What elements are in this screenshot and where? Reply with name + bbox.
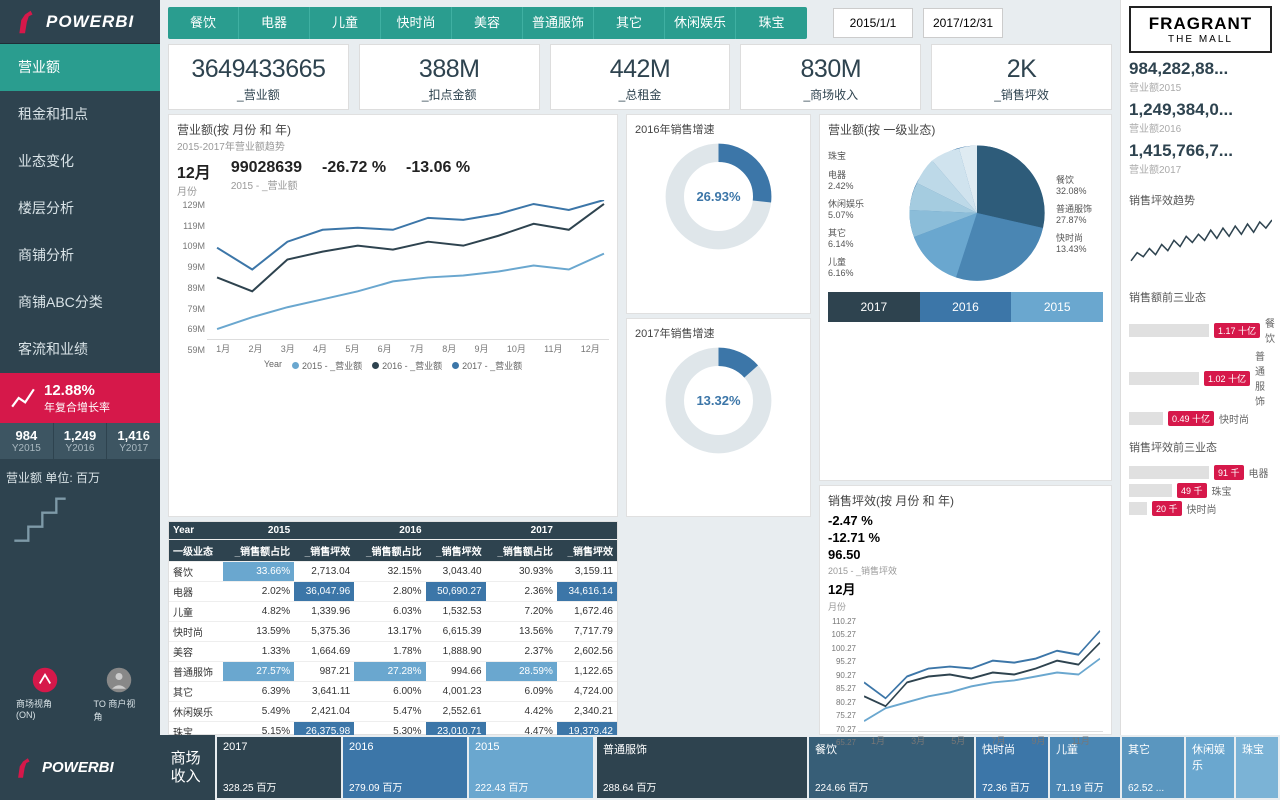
year-total: 1,415,766,7... xyxy=(1129,141,1272,161)
donut-2017: 2017年销售增速 13.32% xyxy=(626,318,811,518)
bar-row: 20 千快时尚 xyxy=(1129,501,1272,516)
tree-year[interactable]: 2015222.43 百万 xyxy=(469,737,593,798)
top3-eff-title: 销售坪效前三业态 xyxy=(1129,439,1272,455)
trend-icon xyxy=(10,385,36,411)
date-from[interactable]: 2015/1/1 xyxy=(833,8,913,38)
tab[interactable]: 珠宝 xyxy=(736,7,807,39)
sales-table: Year201520162017一级业态_销售额占比_销售坪效_销售额占比_销售… xyxy=(168,521,618,735)
tree-year[interactable]: 2016279.09 百万 xyxy=(343,737,467,798)
bar-row: 1.17 十亿餐饮 xyxy=(1129,315,1272,345)
nav-item-4[interactable]: 商铺分析 xyxy=(0,232,160,279)
main: 餐饮电器儿童快时尚美容普通服饰其它休闲娱乐珠宝 2015/1/1 2017/12… xyxy=(160,0,1120,735)
tab[interactable]: 快时尚 xyxy=(381,7,452,39)
spark-title: 销售坪效趋势 xyxy=(1129,192,1272,208)
year-total: 1,249,384,0... xyxy=(1129,100,1272,120)
category-pie: 营业额(按 一级业态) 珠宝电器2.42%休闲娱乐5.07%其它6.14%儿童6… xyxy=(819,114,1112,481)
income-title: 商场收入 xyxy=(156,735,215,800)
year-card: 1,416Y2017 xyxy=(107,423,160,459)
tenant-view-toggle[interactable]: TO 商户视角 xyxy=(94,666,144,723)
kpi-card: 388M_扣点金额 xyxy=(359,44,540,110)
nav-item-1[interactable]: 租金和扣点 xyxy=(0,91,160,138)
sidebar: POWERBI 营业额租金和扣点业态变化楼层分析商铺分析商铺ABC分类客流和业绩… xyxy=(0,0,160,735)
date-to[interactable]: 2017/12/31 xyxy=(923,8,1003,38)
year-tab-2016[interactable]: 2016 xyxy=(920,292,1012,322)
nav-item-2[interactable]: 业态变化 xyxy=(0,138,160,185)
tab[interactable]: 餐饮 xyxy=(168,7,239,39)
cagr-value: 12.88% xyxy=(44,382,110,399)
top3-sales-title: 销售额前三业态 xyxy=(1129,289,1272,305)
cagr-label: 年复合增长率 xyxy=(44,399,110,415)
eff-line-chart: 销售坪效(按 月份 和 年) -2.47 %-12.71 %96.502015 … xyxy=(819,485,1112,735)
treemap-years: 2017328.25 百万2016279.09 百万2015222.43 百万 xyxy=(215,735,595,800)
step-icon xyxy=(0,490,160,559)
tab[interactable]: 电器 xyxy=(239,7,310,39)
category-tabs: 餐饮电器儿童快时尚美容普通服饰其它休闲娱乐珠宝 xyxy=(168,7,807,39)
bar-row: 1.02 十亿普通服饰 xyxy=(1129,348,1272,408)
bottom-logo: POWERBI xyxy=(0,735,156,800)
nav-item-5[interactable]: 商铺ABC分类 xyxy=(0,279,160,326)
eff-sparkline xyxy=(1129,218,1272,273)
tree-cat[interactable]: 普通服饰288.64 百万 xyxy=(597,737,807,798)
tab[interactable]: 普通服饰 xyxy=(523,7,594,39)
brand-logo: FRAGRANT THE MALL xyxy=(1129,6,1272,53)
unit-label: 营业额 单位: 百万 xyxy=(0,459,160,490)
nav: 营业额租金和扣点业态变化楼层分析商铺分析商铺ABC分类客流和业绩 xyxy=(0,44,160,373)
tree-year[interactable]: 2017328.25 百万 xyxy=(217,737,341,798)
tab[interactable]: 休闲娱乐 xyxy=(665,7,736,39)
tree-cat[interactable]: 其它62.52 ... xyxy=(1122,737,1184,798)
kpi-card: 2K_销售坪效 xyxy=(931,44,1112,110)
tab[interactable]: 美容 xyxy=(452,7,523,39)
year-tab-2015[interactable]: 2015 xyxy=(1011,292,1103,322)
year-card: 984Y2015 xyxy=(0,423,54,459)
year-total: 984,282,88... xyxy=(1129,59,1272,79)
nav-item-6[interactable]: 客流和业绩 xyxy=(0,326,160,373)
nav-item-3[interactable]: 楼层分析 xyxy=(0,185,160,232)
giraffe-icon xyxy=(10,7,40,37)
sales-line-chart: 营业额(按 月份 和 年) 2015-2017年营业额趋势 12月月份99028… xyxy=(168,114,618,517)
bar-row: 91 千电器 xyxy=(1129,465,1272,480)
bar-row: 49 千珠宝 xyxy=(1129,483,1272,498)
logo: POWERBI xyxy=(0,0,160,44)
tree-cat[interactable]: 珠宝 xyxy=(1236,737,1278,798)
year-tab-2017[interactable]: 2017 xyxy=(828,292,920,322)
tab[interactable]: 儿童 xyxy=(310,7,381,39)
tree-cat[interactable]: 休闲娱乐 xyxy=(1186,737,1234,798)
kpi-card: 442M_总租金 xyxy=(550,44,731,110)
kpi-card: 3649433665_营业额 xyxy=(168,44,349,110)
logo-text: POWERBI xyxy=(46,12,134,32)
kpi-card: 830M_商场收入 xyxy=(740,44,921,110)
donut-2016: 2016年销售增速 26.93% xyxy=(626,114,811,314)
year-summary: 984Y20151,249Y20161,416Y2017 xyxy=(0,423,160,459)
kpi-row: 3649433665_营业额388M_扣点金额442M_总租金830M_商场收入… xyxy=(168,44,1112,110)
right-panel: FRAGRANT THE MALL 984,282,88...营业额20151,… xyxy=(1120,0,1280,735)
nav-item-0[interactable]: 营业额 xyxy=(0,44,160,91)
bar-row: 0.49 十亿快时尚 xyxy=(1129,411,1272,426)
cagr-card: 12.88% 年复合增长率 xyxy=(0,373,160,423)
year-card: 1,249Y2016 xyxy=(54,423,108,459)
tab[interactable]: 其它 xyxy=(594,7,665,39)
mall-view-toggle[interactable]: 商场视角 (ON) xyxy=(16,666,74,723)
